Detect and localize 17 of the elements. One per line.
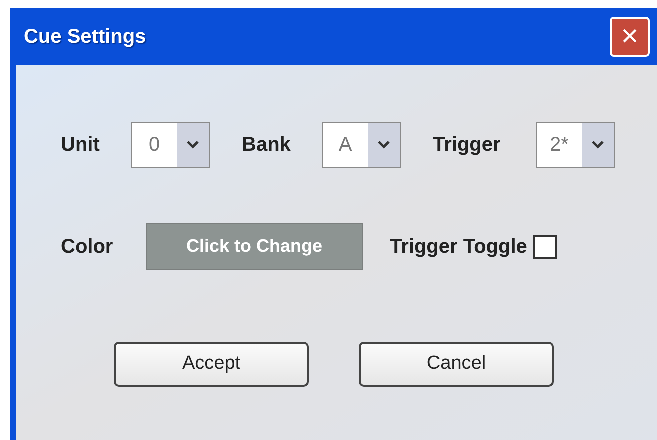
field-label: Trigger [433, 133, 502, 158]
dropdown[interactable]: A [322, 122, 401, 168]
window-title: Cue Settings [24, 24, 146, 50]
field-label: Bank [242, 133, 292, 158]
chevron-down-icon [377, 140, 391, 150]
field-label: Trigger Toggle [390, 234, 528, 260]
dialog-button[interactable]: Cancel [359, 342, 554, 387]
dialog-button[interactable]: Accept [114, 342, 309, 387]
chevron-down-icon [186, 140, 200, 150]
close-button[interactable]: × [610, 16, 650, 56]
checkbox[interactable] [533, 234, 558, 258]
field-label: Unit [61, 133, 101, 158]
dropdown[interactable]: 2* [536, 122, 615, 168]
field-label: Color [61, 234, 114, 260]
color-button[interactable]: Click to Change [146, 223, 363, 270]
dropdown[interactable]: 0 [131, 122, 210, 168]
chevron-down-icon [591, 140, 605, 150]
